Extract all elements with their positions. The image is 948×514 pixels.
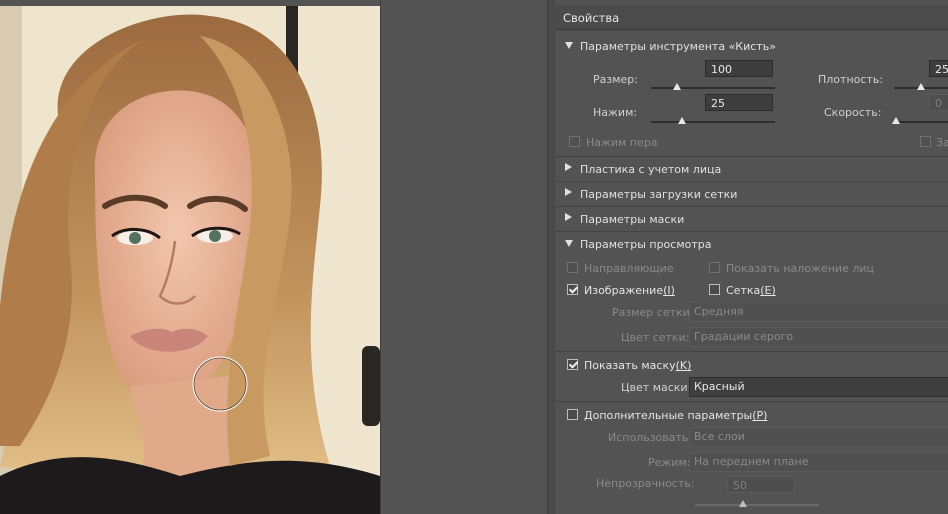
mode-dropdown[interactable]: На переднем плане: [689, 452, 948, 472]
portrait-photo[interactable]: [0, 6, 380, 514]
section-mask[interactable]: Параметры маски: [555, 206, 948, 231]
collapse-triangle-icon[interactable]: [565, 188, 572, 196]
brush-speed-label: Скорость:: [824, 106, 882, 119]
use-label: Использовать:: [608, 431, 693, 444]
divider: [555, 401, 948, 402]
expand-triangle-icon[interactable]: [565, 42, 573, 49]
mode-label: Режим:: [648, 456, 691, 469]
mask-color-label: Цвет маски:: [621, 381, 692, 394]
section-view-options[interactable]: Параметры просмотра: [555, 231, 948, 256]
section-title-mask: Параметры маски: [580, 213, 685, 226]
pen-pressure-label: Нажим пера: [586, 136, 658, 149]
section-title-face-liquify: Пластика с учетом лица: [580, 163, 722, 176]
pin-edges-checkbox[interactable]: [920, 136, 931, 147]
panel-title: Свойства: [563, 11, 620, 25]
guides-label: Направляющие: [584, 262, 674, 275]
collapse-triangle-icon[interactable]: [565, 163, 572, 171]
extra-options-label: Дополнительные параметры(P): [584, 409, 768, 422]
brush-size-input[interactable]: 100: [705, 60, 773, 77]
mask-color-dropdown[interactable]: Красный: [689, 377, 948, 397]
brush-pressure-label: Нажим:: [593, 106, 638, 119]
mesh-label: Сетка(E): [726, 284, 776, 297]
show-mask-checkbox[interactable]: [567, 359, 578, 370]
brush-density-slider-thumb[interactable]: [917, 83, 925, 90]
brush-pressure-slider-track[interactable]: [651, 121, 775, 123]
brush-speed-slider-track[interactable]: [894, 121, 948, 123]
use-layers-dropdown[interactable]: Все слои: [689, 427, 948, 447]
section-face-liquify[interactable]: Пластика с учетом лица: [555, 156, 948, 181]
section-title-view: Параметры просмотра: [580, 238, 712, 251]
brush-size-slider-thumb[interactable]: [673, 83, 682, 90]
section-brush-options[interactable]: Параметры инструмента «Кисть»: [555, 34, 948, 58]
canvas-divider: [380, 0, 381, 514]
brush-size-slider-track[interactable]: [651, 87, 775, 89]
portrait-image: [0, 6, 380, 514]
brush-density-label: Плотность:: [818, 73, 884, 86]
panel-header: Свойства: [555, 5, 948, 30]
brush-pressure-slider-thumb[interactable]: [678, 117, 686, 124]
opacity-slider-thumb[interactable]: [739, 500, 747, 507]
mesh-checkbox[interactable]: [709, 284, 720, 295]
canvas-area[interactable]: [0, 0, 548, 514]
mesh-color-dropdown[interactable]: Градации серого: [689, 327, 948, 347]
brush-pressure-input[interactable]: 25: [705, 94, 773, 111]
brush-speed-slider-thumb[interactable]: [892, 117, 900, 124]
extra-options-checkbox[interactable]: [567, 409, 578, 420]
section-mesh-load[interactable]: Параметры загрузки сетки: [555, 181, 948, 206]
collapse-triangle-icon[interactable]: [565, 213, 572, 221]
brush-density-input[interactable]: 25: [929, 60, 948, 77]
guides-checkbox[interactable]: [567, 262, 578, 273]
face-overlay-label: Показать наложение лиц: [726, 262, 875, 275]
expand-triangle-icon[interactable]: [565, 240, 573, 247]
show-mask-label: Показать маску(K): [584, 359, 692, 372]
section-title-mesh-load: Параметры загрузки сетки: [580, 188, 738, 201]
mesh-size-label: Размер сетки:: [612, 306, 694, 319]
properties-panel: Свойства Параметры инструмента «Кисть» Р…: [555, 0, 948, 514]
mesh-size-dropdown[interactable]: Средняя: [689, 302, 948, 322]
brush-size-label: Размер:: [593, 73, 638, 86]
mesh-color-label: Цвет сетки:: [621, 331, 690, 344]
image-checkbox[interactable]: [567, 284, 578, 295]
opacity-label: Непрозрачность:: [596, 477, 695, 490]
pin-edges-label: За: [936, 136, 948, 149]
section-title-brush: Параметры инструмента «Кисть»: [580, 40, 776, 53]
opacity-input[interactable]: 50: [727, 476, 795, 493]
opacity-slider-track[interactable]: [695, 504, 819, 506]
face-overlay-checkbox[interactable]: [709, 262, 720, 273]
pen-pressure-checkbox[interactable]: [569, 136, 580, 147]
brush-speed-input[interactable]: 0: [929, 94, 948, 111]
image-label: Изображение(I): [584, 284, 675, 297]
divider: [555, 351, 948, 352]
